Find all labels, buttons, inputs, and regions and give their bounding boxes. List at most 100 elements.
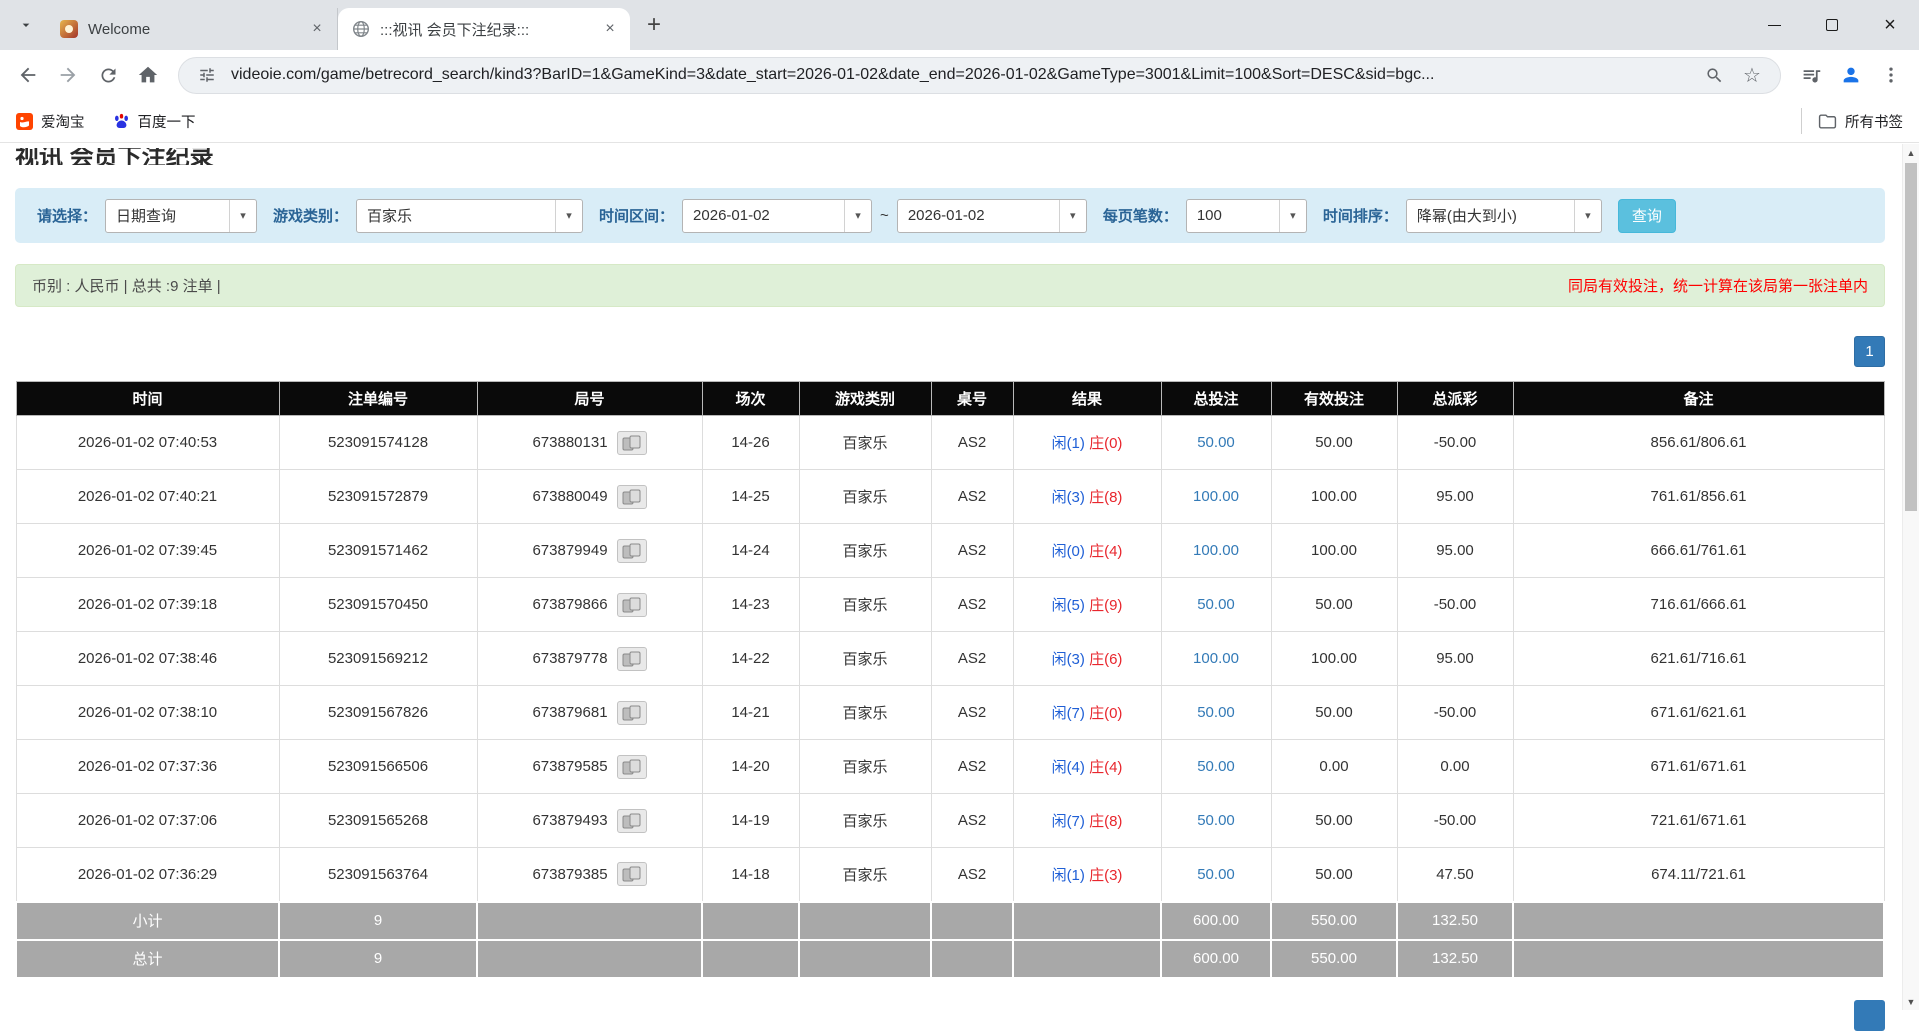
result-banker: 庄(8)	[1089, 489, 1122, 506]
scrollbar-thumb[interactable]	[1905, 163, 1917, 511]
date-start-select[interactable]: 2026-01-02 ▾	[682, 199, 872, 233]
total-bet-link[interactable]: 50.00	[1197, 596, 1235, 613]
refresh-button[interactable]	[88, 55, 128, 95]
game-type-label: 游戏类别：	[273, 205, 348, 226]
zoom-icon[interactable]	[1700, 61, 1728, 89]
round-number: 673879681	[532, 704, 607, 721]
result-player: 闲(4)	[1052, 759, 1085, 776]
column-header: 有效投注	[1271, 382, 1397, 416]
scroll-up-icon[interactable]: ▲	[1903, 144, 1919, 161]
window-controls: ×	[1745, 0, 1919, 50]
page-size-select[interactable]: 100 ▾	[1186, 199, 1307, 233]
maximize-button[interactable]	[1803, 0, 1861, 50]
cell-result: 闲(7) 庄(8)	[1013, 794, 1161, 848]
tab-search-button[interactable]	[10, 9, 42, 41]
result-player: 闲(7)	[1052, 705, 1085, 722]
search-button[interactable]: 查询	[1618, 199, 1676, 233]
browser-tab-betrecord[interactable]: :::视讯 会员下注纪录::: ×	[338, 8, 630, 50]
address-bar[interactable]: videoie.com/game/betrecord_search/kind3?…	[178, 57, 1781, 94]
total-bet-link[interactable]: 50.00	[1197, 758, 1235, 775]
result-player: 闲(1)	[1052, 435, 1085, 452]
cell-table-number: AS2	[931, 470, 1013, 524]
total-total-bet: 600.00	[1161, 940, 1271, 978]
tab-close-icon[interactable]: ×	[598, 17, 622, 41]
cell-time: 2026-01-02 07:36:29	[16, 848, 279, 902]
profile-button[interactable]	[1831, 55, 1871, 95]
video-replay-button[interactable]	[617, 809, 647, 833]
video-replay-button[interactable]	[617, 647, 647, 671]
cell-table-number: AS2	[931, 416, 1013, 470]
chevron-down-icon: ▾	[1574, 200, 1601, 232]
cell-valid-bet: 50.00	[1271, 686, 1397, 740]
cards-replay-icon	[622, 759, 642, 775]
media-controls-button[interactable]	[1791, 55, 1831, 95]
total-bet-link[interactable]: 100.00	[1193, 542, 1239, 559]
cell-time: 2026-01-02 07:40:53	[16, 416, 279, 470]
tab-close-icon[interactable]: ×	[305, 17, 329, 41]
page-title-clip: 视讯 会员下注纪录	[15, 148, 1885, 165]
video-replay-button[interactable]	[617, 539, 647, 563]
query-type-select[interactable]: 日期查询 ▾	[105, 199, 257, 233]
total-bet-link[interactable]: 50.00	[1197, 812, 1235, 829]
table-row: 2026-01-02 07:36:29 523091563764 6738793…	[16, 848, 1884, 902]
video-replay-button[interactable]	[617, 862, 647, 886]
pagination-top: 1	[15, 336, 1885, 367]
cell-result: 闲(4) 庄(4)	[1013, 740, 1161, 794]
cell-payout: 95.00	[1397, 470, 1513, 524]
filter-bar: 请选择： 日期查询 ▾ 游戏类别： 百家乐 ▾ 时间区间： 2026-01-02…	[15, 188, 1885, 243]
cell-table-number: AS2	[931, 632, 1013, 686]
bookmark-item-baidu[interactable]: 百度一下	[113, 111, 196, 132]
bookmark-item-taobao[interactable]: 爱淘宝	[16, 111, 85, 132]
cell-game-type: 百家乐	[799, 686, 931, 740]
result-banker: 庄(4)	[1089, 759, 1122, 776]
close-button[interactable]: ×	[1861, 0, 1919, 50]
video-replay-button[interactable]	[617, 701, 647, 725]
cell-round: 673879385	[477, 848, 702, 902]
forward-button[interactable]	[48, 55, 88, 95]
cell-result: 闲(5) 庄(9)	[1013, 578, 1161, 632]
cell-table-number: AS2	[931, 686, 1013, 740]
total-bet-link[interactable]: 50.00	[1197, 866, 1235, 883]
total-bet-link[interactable]: 50.00	[1197, 434, 1235, 451]
browser-tab-welcome[interactable]: Welcome ×	[46, 8, 338, 50]
scroll-down-icon[interactable]: ▼	[1903, 993, 1919, 1010]
video-replay-button[interactable]	[617, 485, 647, 509]
video-replay-button[interactable]	[617, 755, 647, 779]
round-number: 673879585	[532, 758, 607, 775]
cell-total-bet: 100.00	[1161, 470, 1271, 524]
back-button[interactable]	[8, 55, 48, 95]
bookmark-star-icon[interactable]: ☆	[1738, 61, 1766, 89]
result-player: 闲(0)	[1052, 543, 1085, 560]
total-bet-link[interactable]: 100.00	[1193, 488, 1239, 505]
result-banker: 庄(0)	[1089, 705, 1122, 722]
all-bookmarks-button[interactable]: 所有书签	[1801, 108, 1903, 134]
video-replay-button[interactable]	[617, 593, 647, 617]
sort-order-select[interactable]: 降幂(由大到小) ▾	[1406, 199, 1602, 233]
cell-note: 716.61/666.61	[1513, 578, 1884, 632]
total-bet-link[interactable]: 50.00	[1197, 704, 1235, 721]
cell-session: 14-24	[702, 524, 799, 578]
menu-button[interactable]	[1871, 55, 1911, 95]
minimize-button[interactable]	[1745, 0, 1803, 50]
round-number: 673880131	[532, 434, 607, 451]
site-info-tune-icon[interactable]	[193, 61, 221, 89]
url-text: videoie.com/game/betrecord_search/kind3?…	[231, 66, 1690, 84]
page-scrollbar[interactable]: ▲ ▼	[1902, 144, 1919, 1010]
date-end-select[interactable]: 2026-01-02 ▾	[897, 199, 1087, 233]
new-tab-button[interactable]: +	[636, 7, 672, 43]
bottom-page-button[interactable]	[1854, 1000, 1885, 1031]
video-replay-button[interactable]	[617, 431, 647, 455]
welcome-favicon-icon	[60, 20, 78, 38]
table-row: 2026-01-02 07:37:06 523091565268 6738794…	[16, 794, 1884, 848]
home-button[interactable]	[128, 55, 168, 95]
bookmark-label: 百度一下	[138, 111, 196, 132]
game-type-select[interactable]: 百家乐 ▾	[356, 199, 583, 233]
page-button-1[interactable]: 1	[1854, 336, 1885, 367]
cell-round: 673879681	[477, 686, 702, 740]
cell-note: 666.61/761.61	[1513, 524, 1884, 578]
cell-game-type: 百家乐	[799, 632, 931, 686]
cell-session: 14-23	[702, 578, 799, 632]
total-bet-link[interactable]: 100.00	[1193, 650, 1239, 667]
round-number: 673879493	[532, 812, 607, 829]
currency-total-text: 币别 : 人民币 | 总共 :9 注单 |	[32, 275, 221, 296]
